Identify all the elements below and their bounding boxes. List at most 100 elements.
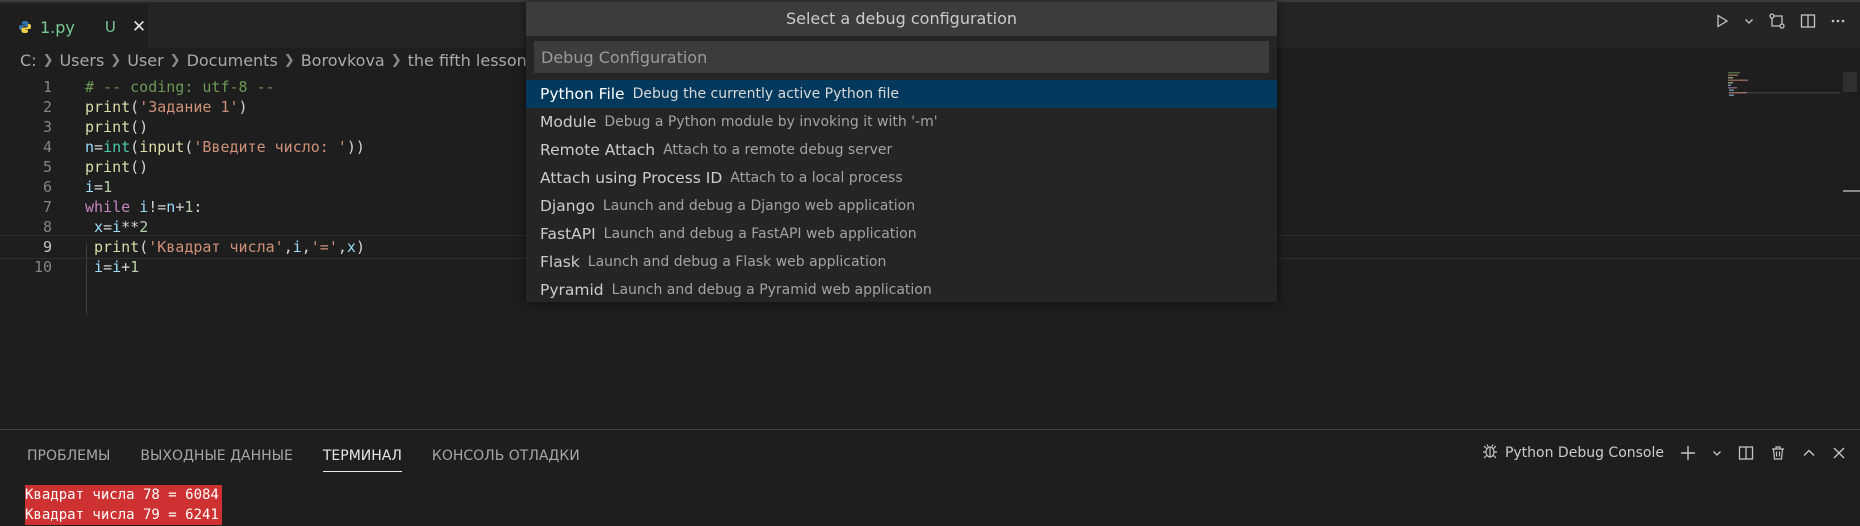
code-token: +	[121, 258, 131, 276]
tab-debug-console[interactable]: КОНСОЛЬ ОТЛАДКИ	[432, 444, 580, 472]
chevron-right-icon: ❯	[110, 52, 122, 68]
code-token: print	[85, 98, 131, 116]
breadcrumb-item[interactable]: Borovkova	[301, 51, 385, 70]
code-token: ,	[283, 238, 293, 256]
breadcrumb-item[interactable]: C:	[20, 51, 37, 70]
code-text: i=i+1	[85, 258, 139, 276]
tab-problems[interactable]: ПРОБЛЕМЫ	[27, 444, 110, 472]
quickpick-item-label: Pyramid	[540, 281, 604, 299]
code-token: # -- coding: utf-8 --	[85, 78, 275, 96]
quickpick-item[interactable]: Pyramid Launch and debug a Pyramid web ap…	[526, 276, 1277, 304]
open-changes-icon[interactable]	[1768, 12, 1786, 30]
chevron-down-icon[interactable]	[1744, 16, 1754, 26]
debug-bug-icon	[1481, 442, 1499, 464]
close-icon[interactable]: ✕	[132, 17, 146, 37]
quickpick-input-container	[534, 41, 1269, 73]
trash-icon[interactable]	[1770, 445, 1786, 461]
tab-output[interactable]: ВЫХОДНЫЕ ДАННЫЕ	[140, 444, 292, 472]
quickpick-item[interactable]: Flask Launch and debug a Flask web applic…	[526, 248, 1277, 276]
more-actions-icon[interactable]	[1830, 13, 1846, 29]
quickpick-item[interactable]: Attach using Process ID Attach to a local…	[526, 164, 1277, 192]
code-token: ()	[130, 118, 149, 136]
split-terminal-icon[interactable]	[1738, 445, 1754, 461]
code-token: !=	[148, 198, 167, 216]
code-token: =	[103, 258, 113, 276]
code-token: int	[103, 138, 131, 156]
code-token: input	[139, 138, 185, 156]
untracked-badge: U	[104, 18, 116, 36]
code-text: print()	[85, 158, 148, 176]
code-text: # -- coding: utf-8 --	[85, 78, 275, 96]
quickpick-item-description: Debug a Python module by invoking it wit…	[604, 114, 938, 130]
line-number: 3	[42, 118, 52, 136]
code-text: n=int(input('Введите число: '))	[85, 138, 365, 156]
code-text: i=1	[85, 178, 112, 196]
editor-tab-1py[interactable]: 1.py U ✕	[0, 4, 148, 50]
terminal-line: Квадрат числа 78 = 6084	[25, 485, 222, 505]
quickpick-item[interactable]: Python File Debug the currently active Py…	[526, 80, 1277, 108]
terminal-output[interactable]: Квадрат числа 78 = 6084 Квадрат числа 79…	[25, 485, 222, 525]
code-token: i	[112, 218, 122, 236]
code-token: 'Квадрат числа'	[148, 238, 284, 256]
breadcrumb-item[interactable]: User	[127, 51, 163, 70]
chevron-down-icon[interactable]	[1712, 448, 1722, 458]
code-token: x	[346, 238, 356, 256]
add-terminal-icon[interactable]	[1680, 445, 1696, 461]
line-number: 10	[33, 258, 52, 276]
line-number: 9	[42, 238, 52, 256]
code-token: 'Введите число: '	[193, 138, 347, 156]
code-token: ()	[130, 158, 149, 176]
code-token: ,	[337, 238, 347, 256]
code-token: 'Задание 1'	[139, 98, 239, 116]
breadcrumb-item[interactable]: Users	[59, 51, 104, 70]
terminal-selector[interactable]: Python Debug Console	[1481, 442, 1664, 464]
code-token: )	[238, 98, 248, 116]
quickpick-item-label: Flask	[540, 253, 580, 271]
quickpick-item-description: Launch and debug a FastAPI web applicati…	[603, 226, 917, 242]
quickpick-item-description: Launch and debug a Flask web application	[587, 254, 887, 270]
close-panel-icon[interactable]	[1832, 446, 1846, 460]
code-text: x=i**2	[85, 218, 148, 236]
quickpick-item-label: Attach using Process ID	[540, 169, 723, 187]
quickpick-item-description: Launch and debug a Django web applicatio…	[602, 198, 916, 214]
quickpick-item[interactable]: FastAPI Launch and debug a FastAPI web ap…	[526, 220, 1277, 248]
quickpick-item-label: Python File	[540, 85, 625, 103]
code-token: ,	[301, 238, 311, 256]
code-text: while i!=n+1:	[85, 198, 202, 216]
code-token: n	[85, 138, 95, 156]
quickpick-list: Python File Debug the currently active Py…	[526, 80, 1277, 304]
code-token: (	[130, 138, 140, 156]
quickpick-item[interactable]: Django Launch and debug a Django web appl…	[526, 192, 1277, 220]
quickpick-item[interactable]: Remote Attach Attach to a remote debug se…	[526, 136, 1277, 164]
code-token: i	[292, 238, 302, 256]
debug-configuration-input[interactable]	[535, 42, 1268, 72]
maximize-panel-icon[interactable]	[1802, 446, 1816, 460]
code-text: print('Задание 1')	[85, 98, 248, 116]
code-token: x	[94, 218, 104, 236]
breadcrumb-item[interactable]: Documents	[187, 51, 278, 70]
code-text: print()	[85, 118, 148, 136]
minimap[interactable]	[1728, 72, 1840, 96]
code-token: (	[130, 98, 140, 116]
breadcrumb-item[interactable]: the fifth lesson	[408, 51, 527, 70]
code-token: 1	[103, 178, 113, 196]
terminal-line: Квадрат числа 79 = 6241	[25, 505, 222, 525]
quickpick-item[interactable]: Module Debug a Python module by invoking …	[526, 108, 1277, 136]
code-token: +	[175, 198, 185, 216]
line-number: 7	[42, 198, 52, 216]
chevron-right-icon: ❯	[169, 52, 181, 68]
code-token: i	[139, 198, 149, 216]
tab-label: 1.py	[40, 17, 75, 37]
tab-terminal[interactable]: ТЕРМИНАЛ	[322, 444, 402, 472]
split-editor-icon[interactable]	[1800, 13, 1816, 29]
code-token: :	[193, 198, 203, 216]
quickpick-title: Select a debug configuration	[526, 2, 1277, 36]
run-icon[interactable]	[1714, 13, 1730, 29]
quickpick-item-description: Launch and debug a Pyramid web applicati…	[611, 282, 932, 298]
code-token: print	[94, 238, 140, 256]
line-number: 4	[42, 138, 52, 156]
editor-scrollbar[interactable]	[1843, 72, 1857, 92]
